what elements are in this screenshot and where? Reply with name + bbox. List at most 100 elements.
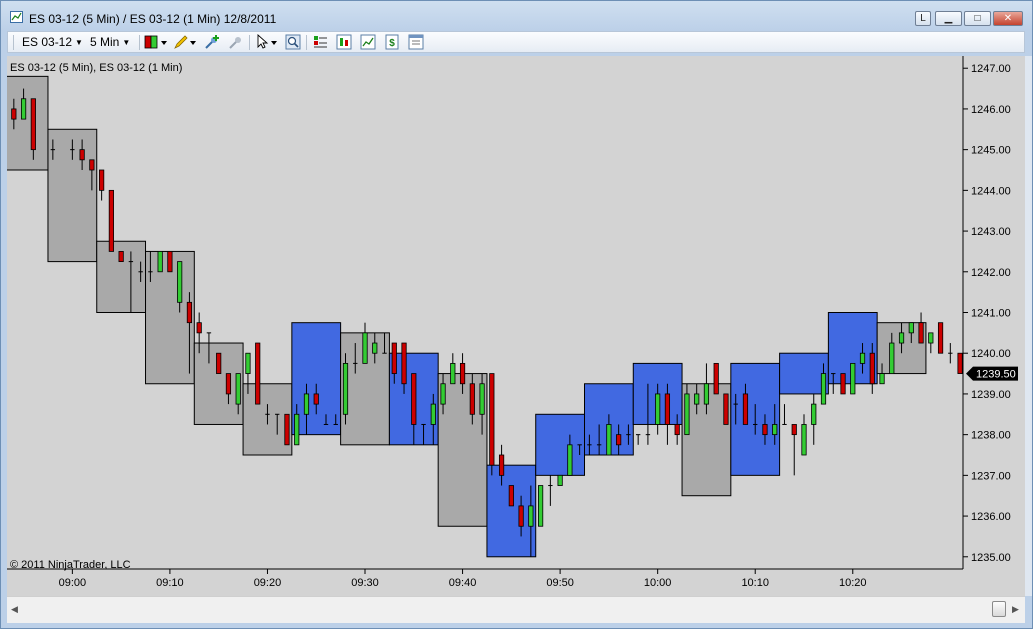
candle-body [889, 342, 895, 374]
five-minute-block [7, 75, 49, 171]
y-tick-label: 1235.00 [971, 552, 1011, 564]
candle-body [674, 424, 680, 436]
candle [811, 393, 817, 445]
candle [635, 434, 641, 445]
candle-body [313, 393, 319, 405]
candle-body [928, 332, 934, 344]
title-bar[interactable]: ES 03-12 (5 Min) / ES 03-12 (1 Min) 12/8… [1, 1, 1032, 31]
pencil-drawing-icon[interactable] [173, 34, 197, 50]
candle-body [342, 362, 349, 415]
candle-body [411, 373, 417, 425]
candle-body [196, 322, 202, 334]
candle-body [459, 362, 466, 385]
toolbar-separator [139, 35, 140, 50]
candle-body [567, 444, 573, 476]
instrument-selector[interactable]: ES 03-12 ▼ [22, 34, 83, 50]
candle-body [937, 322, 944, 354]
chart-trader-icon[interactable] [336, 34, 352, 50]
candle [557, 474, 563, 486]
candle [216, 352, 222, 374]
candle-body [284, 413, 290, 446]
last-price-label: 1239.50 [976, 369, 1016, 381]
candle-body [118, 251, 124, 263]
properties-icon[interactable] [408, 34, 424, 50]
x-tick-label: 09:10 [156, 577, 184, 589]
horizontal-scrollbar[interactable]: ◀ ▶ [7, 596, 1025, 623]
candle-body [362, 332, 368, 364]
candle [791, 424, 797, 476]
candle [937, 322, 944, 354]
chart-toolbar: ES 03-12 ▼ 5 Min ▼ $ [7, 31, 1025, 53]
interval-selector[interactable]: 5 Min ▼ [90, 34, 130, 50]
candle-body [791, 424, 797, 436]
x-tick-label: 09:30 [351, 577, 379, 589]
link-button[interactable]: L [915, 11, 931, 26]
chart-window-icon [10, 11, 23, 23]
y-tick-label: 1237.00 [971, 470, 1011, 482]
scroll-left-icon[interactable]: ◀ [11, 604, 18, 615]
dollar-icon[interactable]: $ [384, 34, 400, 50]
y-tick-label: 1247.00 [971, 63, 1011, 75]
strategies-icon[interactable] [312, 34, 328, 50]
x-tick-label: 09:20 [254, 577, 282, 589]
candle-body [869, 352, 875, 385]
candle [801, 414, 807, 456]
y-tick-label: 1244.00 [971, 185, 1011, 197]
chart-window: ES 03-12 (5 Min) / ES 03-12 (1 Min) 12/8… [0, 0, 1033, 629]
chevron-down-icon: ▼ [75, 37, 83, 47]
candle [840, 373, 846, 395]
remove-indicator-icon[interactable] [228, 34, 244, 50]
candle-body [391, 342, 397, 374]
candle-body [898, 332, 905, 344]
candle-body [684, 393, 690, 436]
add-indicator-icon[interactable] [204, 34, 220, 50]
candle-body [664, 393, 671, 425]
maximize-button[interactable]: □ [964, 11, 991, 26]
candle-body [401, 342, 407, 385]
x-tick-label: 09:50 [546, 577, 574, 589]
candle-body [655, 393, 661, 425]
candle-body [479, 383, 485, 415]
candle-body [723, 393, 729, 425]
zoom-icon[interactable] [285, 34, 301, 50]
x-tick-label: 10:00 [644, 577, 672, 589]
candle [850, 362, 856, 395]
candle-body [694, 393, 700, 405]
pointer-icon[interactable] [255, 34, 279, 50]
candle-body [498, 454, 505, 476]
right-edge-bar [1025, 56, 1032, 596]
candle-body [811, 403, 817, 425]
candle-body [820, 373, 827, 405]
toolbar-grip [13, 35, 14, 50]
candle-body [508, 485, 514, 507]
instrument-label: ES 03-12 [22, 35, 73, 49]
y-tick-label: 1242.00 [971, 267, 1011, 279]
candle [782, 404, 787, 425]
y-tick-label: 1246.00 [971, 104, 1011, 116]
candle-body [557, 474, 563, 486]
candle [918, 312, 924, 344]
y-tick-label: 1238.00 [971, 430, 1011, 442]
chart-panel[interactable]: 1247.00 1246.00 1245.00 1244.00 1243.00 1242.… [7, 56, 1025, 596]
candle [118, 251, 124, 263]
close-button[interactable]: ✕ [993, 11, 1023, 26]
price-chart[interactable]: 1247.00 1246.00 1245.00 1244.00 1243.00 1242.… [7, 56, 1025, 596]
candle [362, 322, 368, 364]
candle-body [772, 424, 778, 436]
candle-body [879, 373, 885, 385]
candle-body [616, 434, 622, 446]
candle-body [450, 362, 456, 385]
candle [713, 362, 719, 395]
scrollbar-thumb[interactable] [992, 601, 1006, 617]
candle-body [762, 424, 768, 436]
candle-body [713, 362, 719, 395]
candle-body [859, 352, 866, 364]
candle [284, 413, 290, 446]
minimize-button[interactable]: ▁ [935, 11, 962, 26]
scroll-right-icon[interactable]: ▶ [1012, 604, 1019, 615]
bar-style-icon[interactable] [144, 34, 168, 50]
y-tick-label: 1240.00 [971, 348, 1011, 360]
window-title: ES 03-12 (5 Min) / ES 03-12 (1 Min) 12/8… [29, 12, 277, 26]
data-box-icon[interactable] [360, 34, 376, 50]
candle-body [742, 393, 749, 425]
